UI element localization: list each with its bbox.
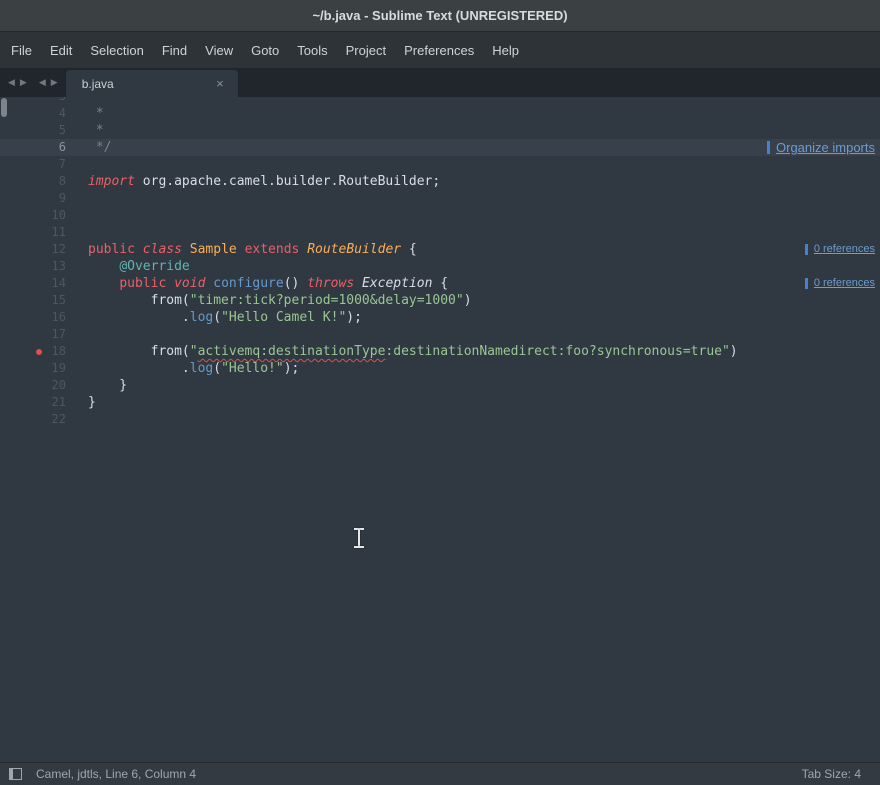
menu-edit[interactable]: Edit bbox=[41, 38, 81, 63]
code-lines: 3 *4 *5 *6 */Organize imports78import or… bbox=[0, 97, 880, 428]
line-number: 19 bbox=[8, 360, 66, 377]
line-number: 16 bbox=[8, 309, 66, 326]
tab-b-java[interactable]: b.java × bbox=[66, 70, 238, 97]
line-number: 8 bbox=[8, 173, 66, 190]
line-number: 22 bbox=[8, 411, 66, 428]
menu-preferences[interactable]: Preferences bbox=[395, 38, 483, 63]
panel-toggle-icon[interactable] bbox=[9, 768, 22, 780]
code-line: 11 bbox=[0, 224, 880, 241]
nav-back-icon[interactable]: ◀ bbox=[38, 76, 47, 89]
tab-bar: ◀▶◀▶ b.java × bbox=[0, 68, 880, 97]
line-number: 7 bbox=[8, 156, 66, 173]
line-number: 14 bbox=[8, 275, 66, 292]
code-line: 21} bbox=[0, 394, 880, 411]
code-line: 14 public void configure() throws Except… bbox=[0, 275, 880, 292]
code-line: 5 * bbox=[0, 122, 880, 139]
menu-selection[interactable]: Selection bbox=[81, 38, 152, 63]
line-number: 13 bbox=[8, 258, 66, 275]
nav-forward-icon[interactable]: ▶ bbox=[50, 76, 59, 89]
status-left-text: Camel, jdtls, Line 6, Column 4 bbox=[36, 767, 196, 781]
annotation-link[interactable]: Organize imports bbox=[776, 139, 875, 156]
code-line: 22 bbox=[0, 411, 880, 428]
code-line: 20 } bbox=[0, 377, 880, 394]
line-number: 6 bbox=[8, 139, 66, 156]
code-line: 13 @Override bbox=[0, 258, 880, 275]
menu-file[interactable]: File bbox=[2, 38, 41, 63]
code-line: 3 * bbox=[0, 97, 880, 105]
code-line: 18 from("activemq:destinationType:destin… bbox=[0, 343, 880, 360]
line-number: 10 bbox=[8, 207, 66, 224]
line-number: 11 bbox=[8, 224, 66, 241]
code-text: .log("Hello!"); bbox=[88, 360, 299, 377]
code-text: } bbox=[88, 377, 127, 394]
code-line: 8 import org.apache.camel.builder.RouteBu… bbox=[0, 173, 880, 190]
line-number: 21 bbox=[8, 394, 66, 411]
code-editor[interactable]: 3 *4 *5 *6 */Organize imports78import or… bbox=[0, 97, 880, 762]
scrollbar-thumb[interactable] bbox=[1, 98, 7, 117]
tab-close-icon[interactable]: × bbox=[216, 77, 224, 90]
tab-label: b.java bbox=[82, 77, 114, 91]
code-line: 6 */ Organize imports bbox=[0, 139, 880, 156]
code-line: 10 bbox=[0, 207, 880, 224]
code-text: from("timer:tick?period=1000&delay=1000"… bbox=[88, 292, 472, 309]
annotation-link[interactable]: 0 references bbox=[814, 275, 875, 292]
line-number: 12 bbox=[8, 241, 66, 258]
code-line: 16 .log("Hello Camel K!"); bbox=[0, 309, 880, 326]
menubar: FileEditSelectionFindViewGotoToolsProjec… bbox=[0, 32, 880, 68]
menu-goto[interactable]: Goto bbox=[242, 38, 288, 63]
code-line: 15 from("timer:tick?period=1000&delay=10… bbox=[0, 292, 880, 309]
status-tab-size[interactable]: Tab Size: 4 bbox=[802, 767, 871, 781]
menu-help[interactable]: Help bbox=[483, 38, 528, 63]
code-text: * bbox=[88, 122, 104, 139]
code-line: 7 bbox=[0, 156, 880, 173]
code-text: .log("Hello Camel K!"); bbox=[88, 309, 362, 326]
line-number: 4 bbox=[8, 105, 66, 122]
error-dot-icon bbox=[36, 349, 42, 355]
annotation-bar bbox=[767, 141, 770, 154]
window-title-bar[interactable]: ~/b.java - Sublime Text (UNREGISTERED) bbox=[0, 0, 880, 32]
menu-project[interactable]: Project bbox=[337, 38, 395, 63]
code-text: * bbox=[88, 105, 104, 122]
lsp-annotation: Organize imports bbox=[767, 139, 875, 156]
code-text: from("activemq:destinationType:destinati… bbox=[88, 343, 738, 360]
code-text: } bbox=[88, 394, 96, 411]
menu-find[interactable]: Find bbox=[153, 38, 196, 63]
tab-nav: ◀▶◀▶ bbox=[0, 68, 66, 97]
line-number: 9 bbox=[8, 190, 66, 207]
line-number: 5 bbox=[8, 122, 66, 139]
line-number: 15 bbox=[8, 292, 66, 309]
menu-view[interactable]: View bbox=[196, 38, 242, 63]
code-text: public class Sample extends RouteBuilder… bbox=[88, 241, 417, 258]
nav-back-icon[interactable]: ◀ bbox=[7, 76, 16, 89]
line-number: 20 bbox=[8, 377, 66, 394]
code-text: import org.apache.camel.builder.RouteBui… bbox=[88, 173, 440, 190]
code-line: 12 public class Sample extends RouteBuild… bbox=[0, 241, 880, 258]
line-number: 17 bbox=[8, 326, 66, 343]
nav-forward-icon[interactable]: ▶ bbox=[19, 76, 28, 89]
annotation-bar bbox=[805, 244, 808, 255]
ibeam-cursor-icon bbox=[352, 528, 366, 548]
window-title: ~/b.java - Sublime Text (UNREGISTERED) bbox=[312, 8, 567, 23]
lsp-annotation: 0 references bbox=[805, 241, 875, 258]
code-line: 19 .log("Hello!"); bbox=[0, 360, 880, 377]
menu-tools[interactable]: Tools bbox=[288, 38, 336, 63]
code-text: */ bbox=[88, 139, 111, 156]
annotation-bar bbox=[805, 278, 808, 289]
lsp-annotation: 0 references bbox=[805, 275, 875, 292]
code-line: 17 bbox=[0, 326, 880, 343]
code-text: * bbox=[88, 97, 104, 105]
annotation-link[interactable]: 0 references bbox=[814, 241, 875, 258]
line-number: 3 bbox=[8, 97, 66, 105]
code-line: 4 * bbox=[0, 105, 880, 122]
status-bar: Camel, jdtls, Line 6, Column 4 Tab Size:… bbox=[0, 762, 880, 785]
code-text: public void configure() throws Exception… bbox=[88, 275, 448, 292]
code-text: @Override bbox=[88, 258, 190, 275]
code-line: 9 bbox=[0, 190, 880, 207]
